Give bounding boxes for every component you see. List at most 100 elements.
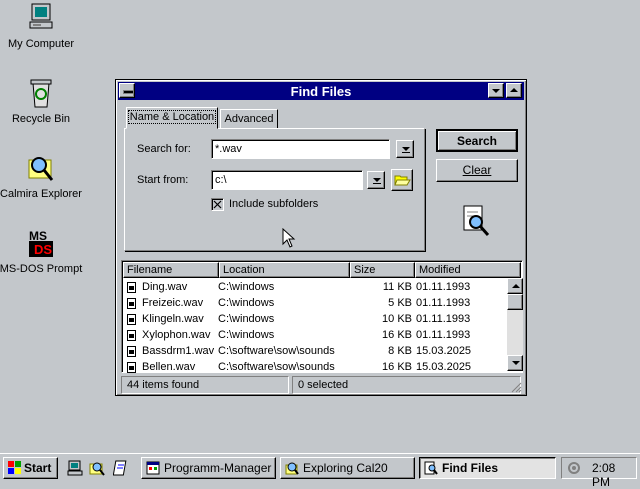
- checkmark-icon: [213, 200, 222, 209]
- search-for-input[interactable]: *.wav: [211, 139, 390, 159]
- cell-size: 5 KB: [388, 297, 412, 309]
- quick-launch-bar: [63, 457, 135, 479]
- table-row[interactable]: Xylophon.wav C:\windows 16 KB 01.11.1993: [124, 327, 506, 343]
- cell-modified: 01.11.1993: [416, 313, 471, 325]
- table-row[interactable]: Bassdrm1.wav C:\software\sow\sounds 8 KB 15…: [124, 343, 506, 359]
- desktop-icon-my-computer[interactable]: My Computer: [0, 2, 84, 50]
- find-file-icon: [424, 461, 438, 475]
- wav-file-icon: [127, 362, 136, 373]
- name-location-panel: Search for: *.wav Start from: c:\ Includ…: [124, 128, 425, 251]
- window-title: Find Files: [290, 84, 352, 99]
- search-for-dropdown-button[interactable]: [396, 140, 414, 158]
- tray-settings-icon[interactable]: [567, 461, 581, 475]
- wav-file-icon: [127, 346, 136, 357]
- explorer-icon[interactable]: [89, 460, 105, 476]
- table-row[interactable]: Ding.wav C:\windows 11 KB 01.11.1993: [124, 279, 506, 295]
- explorer-icon: [25, 152, 57, 184]
- cell-location: C:\windows: [218, 329, 275, 341]
- cell-size: 16 KB: [382, 361, 412, 373]
- folder-open-icon: [394, 175, 411, 186]
- recycle-bin-icon: [25, 77, 57, 109]
- cell-modified: 15.03.2025: [416, 345, 472, 357]
- include-subfolders-label: Include subfolders: [229, 198, 319, 210]
- find-file-icon: [458, 204, 492, 238]
- notepad-icon[interactable]: [113, 460, 129, 476]
- maximize-button[interactable]: [506, 83, 522, 98]
- tab-name-location[interactable]: Name & Location: [126, 107, 218, 129]
- vertical-scrollbar[interactable]: [507, 278, 523, 371]
- scroll-up-button[interactable]: [507, 278, 523, 294]
- title-bar[interactable]: Find Files: [118, 82, 524, 100]
- wav-file-icon: [127, 298, 136, 309]
- desktop-icon-ms-dos-prompt[interactable]: MS DS MS-DOS Prompt: [0, 227, 84, 275]
- desktop-icon-label: My Computer: [7, 38, 75, 50]
- task-label: Find Files: [442, 461, 499, 475]
- cell-modified: 01.11.1993: [416, 281, 471, 293]
- task-label: Programm-Manager: [164, 461, 272, 475]
- resize-grip-icon[interactable]: [510, 381, 522, 393]
- explorer-icon: [285, 462, 299, 475]
- cell-size: 8 KB: [388, 345, 412, 357]
- minimize-button[interactable]: [488, 83, 504, 98]
- desktop-icon-calmira-explorer[interactable]: Calmira Explorer: [0, 152, 84, 200]
- cell-filename: Xylophon.wav: [142, 329, 211, 341]
- wav-file-icon: [127, 282, 136, 293]
- browse-folder-button[interactable]: [391, 169, 413, 191]
- start-from-label: Start from:: [137, 174, 189, 186]
- task-find-files[interactable]: Find Files: [419, 457, 556, 479]
- taskbar: Start Programm-Manager Exploring Cal20 F…: [0, 453, 640, 489]
- cell-location: C:\windows: [218, 313, 275, 325]
- windows-logo-icon: [8, 461, 21, 474]
- cell-location: C:\software\sow\sounds: [218, 345, 335, 357]
- start-button[interactable]: Start: [3, 457, 58, 479]
- tab-advanced[interactable]: Advanced: [220, 109, 278, 129]
- clock[interactable]: 2:08 PM: [592, 461, 636, 489]
- mouse-cursor-icon: [282, 227, 296, 248]
- cell-filename: Ding.wav: [142, 281, 188, 293]
- results-list[interactable]: Filename Location Size Modified Ding.wav…: [121, 260, 523, 373]
- ms-dos-icon: MS DS: [25, 227, 57, 259]
- svg-text:MS: MS: [29, 229, 47, 243]
- desktop-icon-label: Calmira Explorer: [0, 188, 82, 200]
- cell-size: 10 KB: [382, 313, 412, 325]
- cell-filename: Klingeln.wav: [142, 313, 204, 325]
- system-tray: 2:08 PM: [561, 457, 637, 489]
- clear-button[interactable]: Clear: [436, 159, 518, 182]
- search-button[interactable]: Search: [436, 129, 518, 152]
- computer-icon: [25, 2, 57, 34]
- column-header-size[interactable]: Size: [350, 262, 415, 278]
- task-label: Exploring Cal20: [303, 461, 388, 475]
- table-row[interactable]: Klingeln.wav C:\windows 10 KB 01.11.1993: [124, 311, 506, 327]
- task-programm-manager[interactable]: Programm-Manager: [141, 457, 276, 479]
- table-row[interactable]: Bellen.wav C:\software\sow\sounds 16 KB 15.…: [124, 359, 506, 375]
- table-row[interactable]: Freizeic.wav C:\windows 5 KB 01.11.1993: [124, 295, 506, 311]
- column-header-modified[interactable]: Modified: [415, 262, 521, 278]
- cell-location: C:\windows: [218, 281, 275, 293]
- computer-icon[interactable]: [67, 460, 83, 476]
- cell-modified: 01.11.1993: [416, 329, 471, 341]
- tab-label: Name & Location: [127, 110, 217, 124]
- column-header-filename[interactable]: Filename: [123, 262, 219, 278]
- status-items-found: 44 items found: [121, 376, 289, 394]
- start-from-dropdown-button[interactable]: [367, 171, 385, 189]
- desktop-icon-label: MS-DOS Prompt: [0, 263, 83, 275]
- wav-file-icon: [127, 314, 136, 325]
- cell-filename: Bellen.wav: [142, 361, 196, 373]
- column-header-location[interactable]: Location: [219, 262, 350, 278]
- cell-modified: 15.03.2025: [416, 361, 472, 373]
- cell-modified: 01.11.1993: [416, 297, 471, 309]
- desktop-icon-label: Recycle Bin: [11, 113, 71, 125]
- task-exploring-cal20[interactable]: Exploring Cal20: [280, 457, 415, 479]
- start-from-input[interactable]: c:\: [211, 170, 363, 190]
- scroll-thumb[interactable]: [507, 294, 523, 310]
- include-subfolders-checkbox[interactable]: [211, 198, 224, 211]
- scroll-down-button[interactable]: [507, 355, 523, 371]
- desktop-icon-recycle-bin[interactable]: Recycle Bin: [0, 77, 84, 125]
- start-label: Start: [24, 461, 52, 475]
- status-selected: 0 selected: [292, 376, 521, 394]
- wav-file-icon: [127, 330, 136, 341]
- find-files-window: Find Files Name & Location Advanced Sear…: [115, 79, 527, 396]
- svg-text:DS: DS: [34, 242, 52, 257]
- cell-size: 16 KB: [382, 329, 412, 341]
- search-for-label: Search for:: [137, 143, 191, 155]
